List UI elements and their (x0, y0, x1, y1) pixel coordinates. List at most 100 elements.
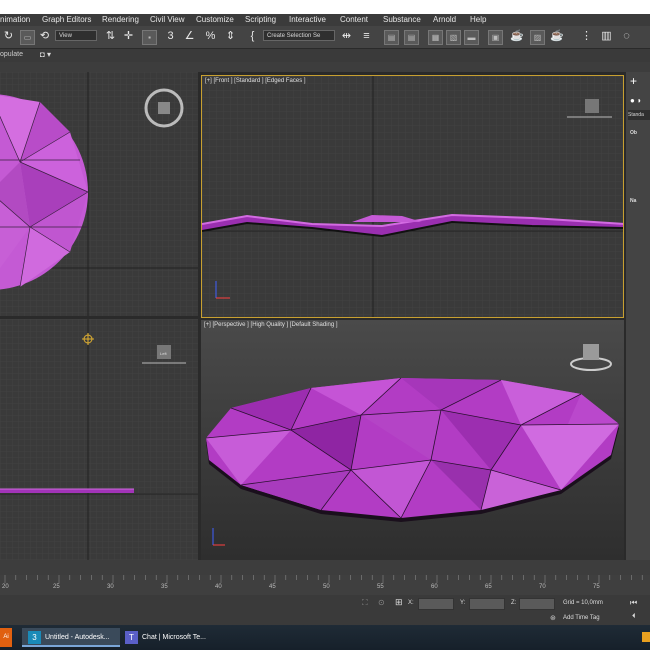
menu-graph-editors[interactable]: Graph Editors (42, 15, 91, 24)
curve-editor-icon[interactable]: ▧ (446, 30, 461, 45)
illustrator-taskbar-icon[interactable]: Ai (0, 628, 12, 647)
pivot-icon[interactable]: ⇅ (104, 30, 117, 43)
mirror-icon[interactable]: ⇹ (340, 30, 353, 43)
notification-icon[interactable] (642, 632, 650, 642)
reference-coordinate-dropdown[interactable]: View (55, 30, 97, 41)
menu-content[interactable]: Content (340, 15, 368, 24)
percent-snap-icon[interactable]: % (204, 30, 217, 43)
add-time-tag[interactable]: Add Time Tag (563, 615, 600, 621)
axis-tripod-icon (212, 528, 225, 546)
menu-interactive[interactable]: Interactive (289, 15, 326, 24)
menu-rendering[interactable]: Rendering (102, 15, 139, 24)
menu-scripting[interactable]: Scripting (245, 15, 276, 24)
left-viewcube-text: Left (160, 351, 168, 356)
windows-taskbar: Ai 3 Untitled - Autodesk... T Chat | Micro… (0, 625, 650, 650)
goto-start-icon[interactable]: ⏮ (630, 598, 637, 608)
select-region-icon[interactable]: ▭ (20, 30, 35, 45)
move-icon[interactable]: ✛ (122, 30, 135, 43)
tick-70: 70 (539, 584, 546, 590)
timeline-track[interactable]: 20 25 30 35 40 45 50 55 60 65 70 75 (0, 575, 650, 595)
key-mode-icon[interactable]: ⏴ (632, 613, 636, 621)
lock-icon[interactable]: ⊙ (378, 598, 385, 607)
tick-45: 45 (269, 584, 276, 590)
x-coordinate-field[interactable] (418, 598, 454, 610)
rollout-object-type[interactable]: Ob (630, 130, 637, 136)
arnold-ipr-icon[interactable]: ▥ (600, 30, 613, 43)
angle-snap-icon[interactable]: ∠ (183, 30, 196, 43)
object-type-dropdown[interactable]: Standa (628, 110, 650, 120)
menu-civil-view[interactable]: Civil View (150, 15, 185, 24)
populate-dropdown-icon[interactable]: ◘ ▾ (40, 50, 51, 59)
taskbar-item-3dsmax[interactable]: 3 Untitled - Autodesk... (22, 628, 120, 647)
perspective-viewcube-icon[interactable] (570, 344, 612, 371)
teams-icon: T (125, 630, 138, 644)
create-tab-plus[interactable]: + (630, 74, 637, 88)
status-bar: ⛶ ⊙ ⊞ X: Y: Z: Grid = 10,0mm ⊛ Add Time … (0, 595, 650, 625)
scene-explorer-icon[interactable]: ▤ (384, 30, 399, 45)
y-label: Y: (460, 600, 466, 606)
mesh-left-profile[interactable] (0, 488, 134, 493)
z-label: Z: (511, 600, 517, 606)
tick-65: 65 (485, 584, 492, 590)
snap-3d-icon[interactable]: 3 (164, 30, 177, 43)
render-production-icon[interactable]: ☕ (550, 30, 564, 43)
rendered-frame-window-icon[interactable]: ▨ (530, 30, 545, 45)
tick-50: 50 (323, 584, 330, 590)
viewport-area: [+] [Front ] [Standard ] [Edged Faces ] (0, 72, 626, 560)
tick-60: 60 (431, 584, 438, 590)
align-icon[interactable]: ≡ (360, 30, 373, 43)
rollout-name-color[interactable]: Na (630, 198, 636, 204)
disc-mesh-perspective[interactable] (205, 377, 620, 522)
isolate-icon[interactable]: ⛶ (362, 598, 368, 608)
ribbon-icon[interactable]: ▦ (428, 30, 443, 45)
front-viewport[interactable]: [+] [Front ] [Standard ] [Edged Faces ] (201, 75, 624, 318)
sub-toolbar: opulate ◘ ▾ (0, 49, 650, 62)
toggle-arnold-icon[interactable]: ⋮ (580, 30, 593, 43)
front-viewport-canvas (202, 76, 623, 317)
layer-explorer-icon[interactable]: ▤ (404, 30, 419, 45)
tick-30: 30 (107, 584, 114, 590)
tick-35: 35 (161, 584, 168, 590)
z-coordinate-field[interactable] (519, 598, 555, 610)
create-selection-set-dropdown[interactable]: Create Selection Se (263, 30, 335, 41)
left-viewport[interactable]: Left (0, 319, 198, 560)
main-toolbar: ↻ ▭ ⟲ View ⇅ ✛ ▪ 3 ∠ % ⇕ { Create Select… (0, 26, 650, 49)
select-link-icon[interactable]: ⟲ (38, 30, 51, 43)
tick-40: 40 (215, 584, 222, 590)
title-strip (0, 0, 650, 14)
left-viewport-canvas: Left (0, 319, 198, 560)
populate-label[interactable]: opulate (0, 51, 23, 58)
menu-arnold[interactable]: Arnold (433, 15, 456, 24)
geometry-icon[interactable]: ● ◗ (630, 96, 642, 105)
taskbar-item-teams[interactable]: T Chat | Microsoft Te... (123, 628, 215, 647)
arnold-render-icon[interactable]: ◌ (620, 30, 633, 43)
edit-named-selection-icon[interactable]: { (246, 30, 259, 43)
redo-icon[interactable]: ↻ (2, 30, 15, 43)
tick-55: 55 (377, 584, 384, 590)
perspective-viewport[interactable]: [+] [Perspective ] [High Quality ] [Defa… (201, 320, 624, 560)
3dsmax-icon: 3 (28, 630, 41, 644)
timeline-ticks (4, 575, 643, 583)
schematic-view-icon[interactable]: ▬ (464, 30, 479, 45)
render-setup-icon[interactable]: ☕ (510, 30, 524, 43)
menu-animation[interactable]: nimation (0, 15, 30, 24)
keyboard-shortcut-icon[interactable]: ▪ (142, 30, 157, 45)
tick-75: 75 (593, 584, 600, 590)
x-label: X: (408, 600, 414, 606)
command-panel: + ● ◗ Standa Ob Na (626, 72, 650, 560)
front-viewport-label[interactable]: [+] [Front ] [Standard ] [Edged Faces ] (205, 78, 306, 84)
top-viewport[interactable] (0, 72, 198, 316)
y-coordinate-field[interactable] (469, 598, 505, 610)
spinner-snap-icon[interactable]: ⇕ (224, 30, 237, 43)
menu-help[interactable]: Help (470, 15, 486, 24)
menu-substance[interactable]: Substance (383, 15, 421, 24)
perspective-viewport-label[interactable]: [+] [Perspective ] [High Quality ] [Defa… (204, 322, 338, 328)
taskbar-item-3dsmax-label: Untitled - Autodesk... (45, 634, 110, 641)
tick-20: 20 (2, 584, 9, 590)
menu-customize[interactable]: Customize (196, 15, 234, 24)
absolute-mode-icon[interactable]: ⊞ (395, 597, 403, 608)
perspective-viewport-canvas (205, 344, 620, 546)
grid-size: Grid = 10,0mm (563, 600, 603, 606)
material-editor-icon[interactable]: ▣ (488, 30, 503, 45)
time-tag-icon: ⊛ (550, 615, 556, 622)
